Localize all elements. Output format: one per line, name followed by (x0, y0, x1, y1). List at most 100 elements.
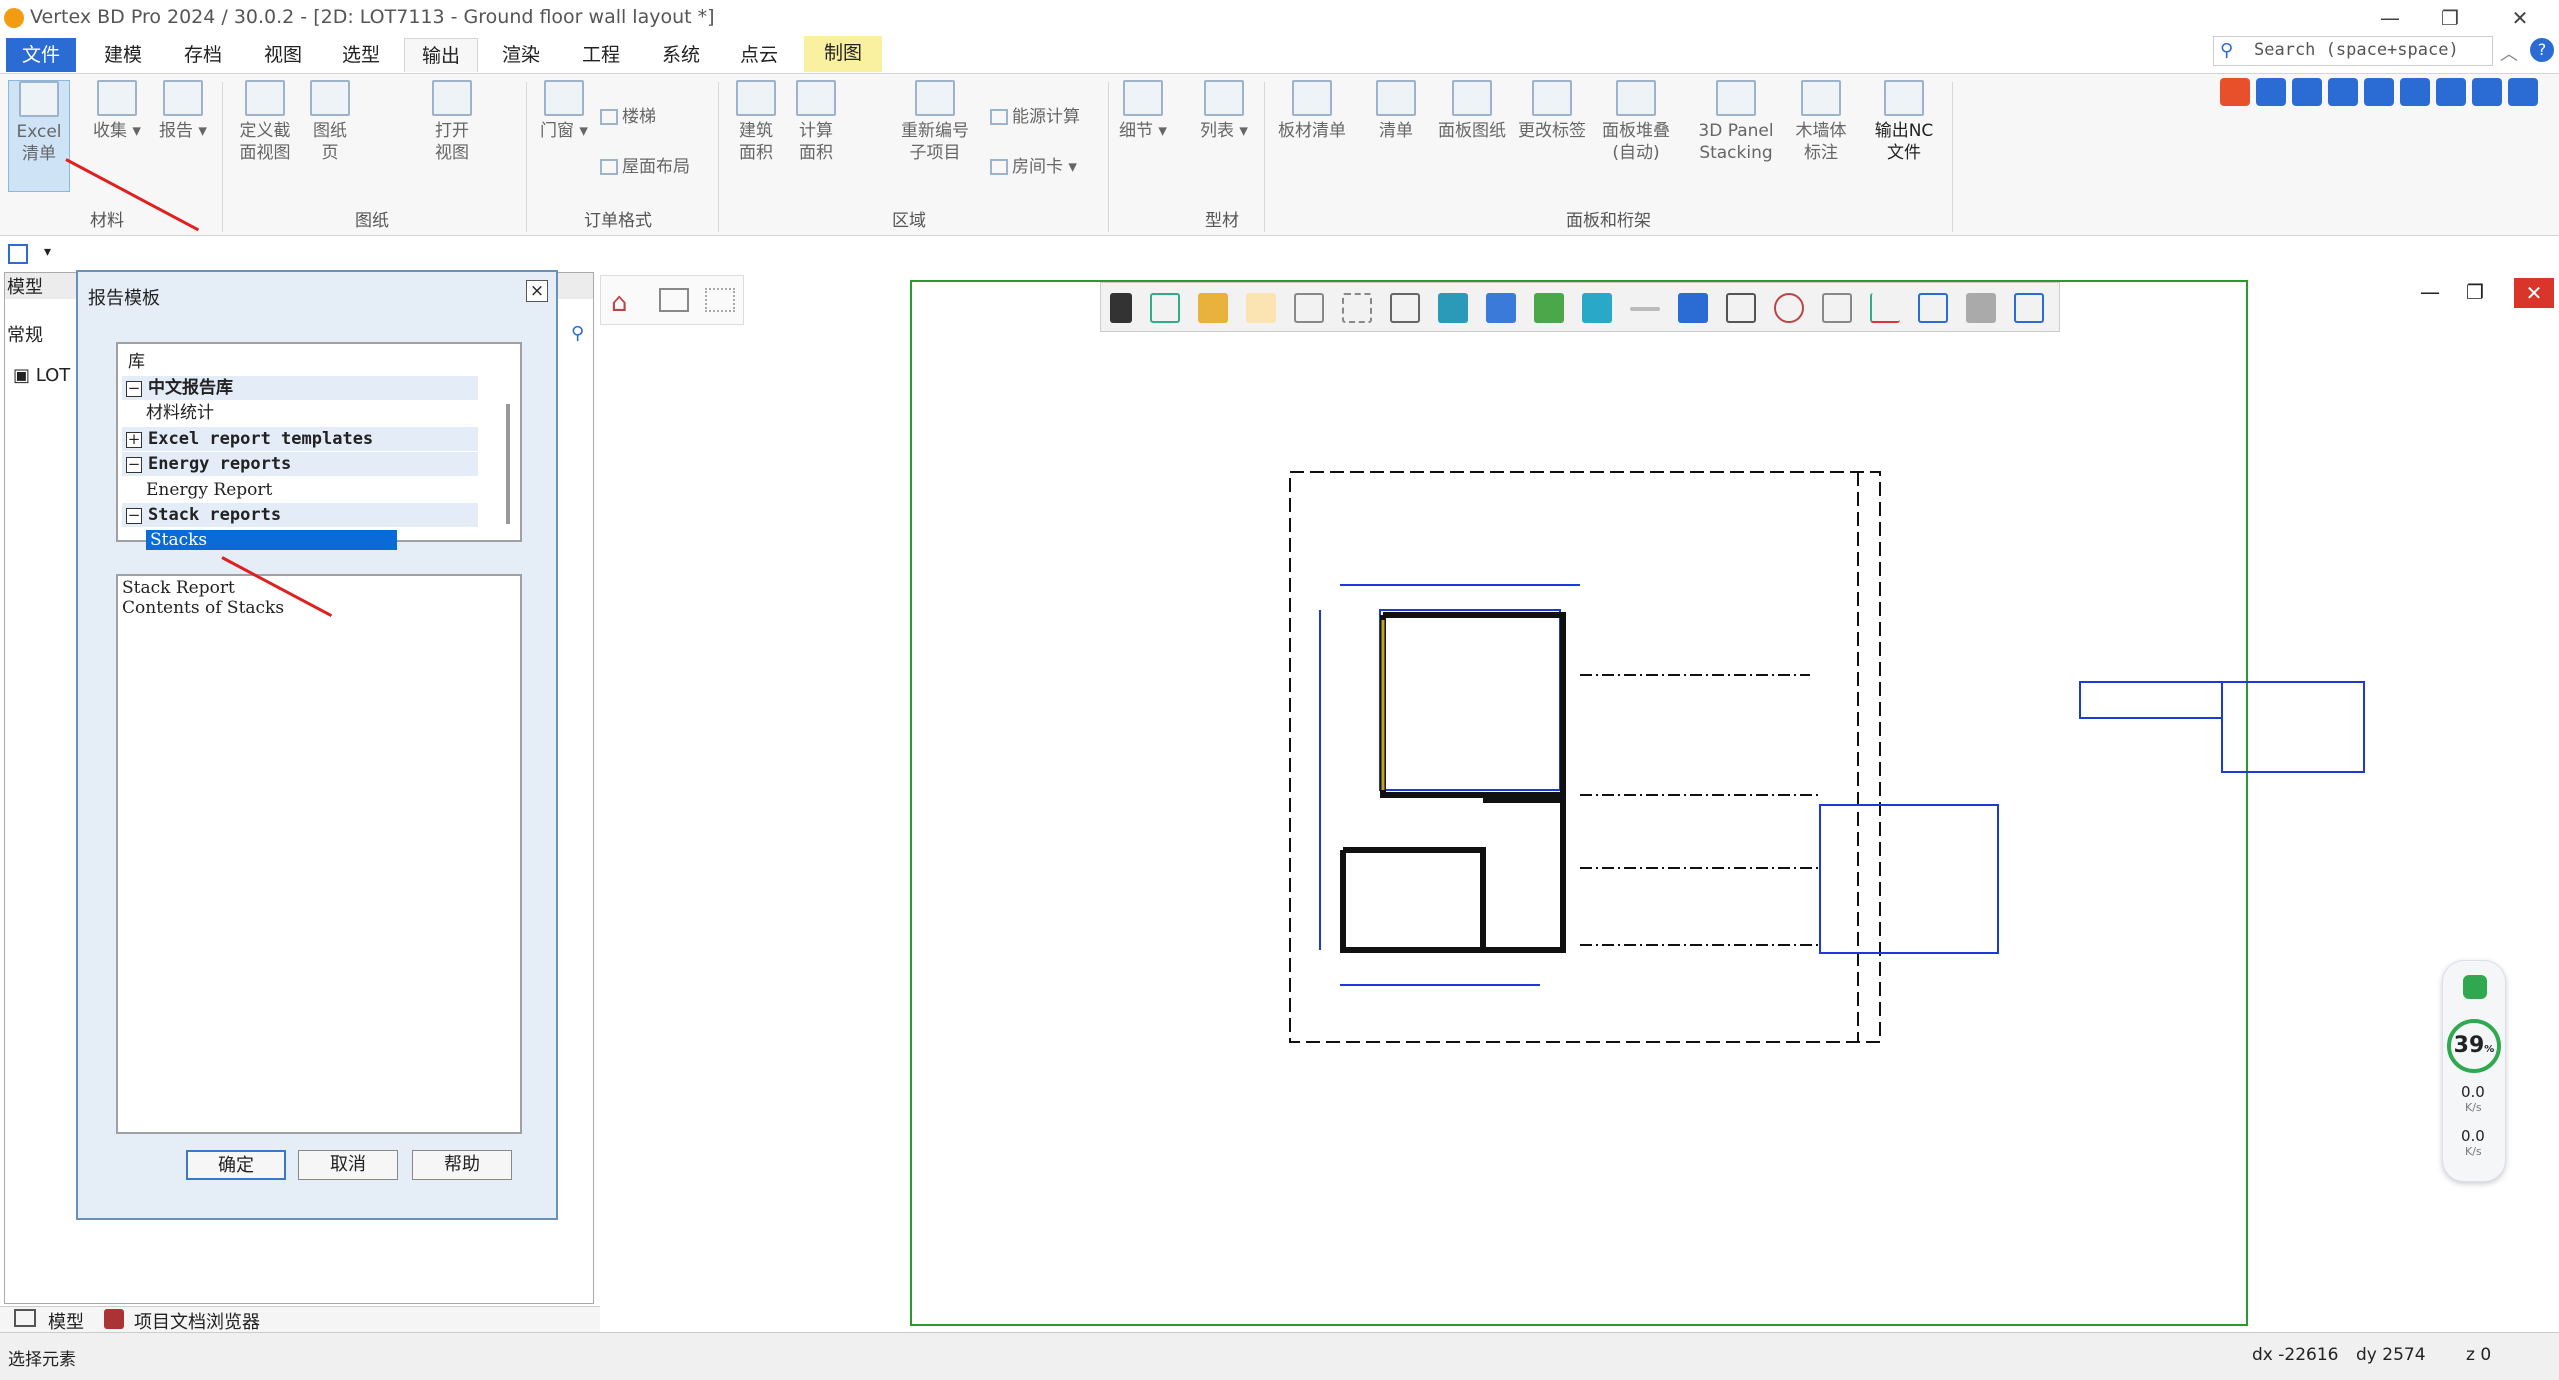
roof-icon (600, 159, 618, 175)
panel-list-button[interactable]: 板材清单 (1272, 80, 1352, 142)
polygon-icon[interactable] (1294, 293, 1324, 323)
tree-item-energy-reports[interactable]: − Energy reports (122, 452, 478, 476)
maximize-icon[interactable]: ❐ (2420, 2, 2480, 34)
tab-project-browser[interactable]: 项目文档浏览器 (134, 1308, 260, 1334)
expand-icon[interactable]: + (126, 431, 142, 448)
collapse-ribbon-icon[interactable]: ︿ (2500, 40, 2518, 66)
tab-system[interactable]: 系统 (646, 38, 716, 72)
zoom-in-icon[interactable] (1774, 293, 1804, 323)
status-z: z 0 (2466, 1345, 2492, 1365)
tab-project[interactable]: 工程 (566, 38, 636, 72)
layer-icon[interactable] (1438, 293, 1468, 323)
tree-item-material-stats[interactable]: 材料统计 (146, 401, 502, 425)
tree-item-stacks[interactable]: Stacks (146, 528, 502, 552)
measure-icon[interactable] (1198, 293, 1228, 323)
tab-file[interactable]: 文件 (6, 38, 76, 72)
plot-boundary (1289, 471, 1881, 1043)
collapse-icon[interactable]: − (126, 507, 142, 524)
define-section-view-button[interactable]: 定义截 面视图 (230, 80, 300, 164)
sheet-page-button[interactable]: 图纸 页 (302, 80, 358, 164)
doc-close-icon[interactable]: ✕ (2514, 278, 2554, 308)
plus-icon[interactable] (1966, 293, 1996, 323)
undo-icon[interactable] (1678, 293, 1708, 323)
close-icon[interactable]: ✕ (2490, 2, 2550, 34)
export-nc-button[interactable]: 输出NC 文件 (1864, 80, 1944, 164)
roof-layout-button[interactable]: 屋面布局 (600, 152, 690, 177)
filter-select[interactable]: 常规 (7, 321, 43, 347)
zoom-extents-icon[interactable] (1726, 293, 1756, 323)
ok-button[interactable]: 确定 (186, 1150, 286, 1180)
minimize-icon[interactable]: — (2360, 2, 2420, 34)
tile-icon[interactable] (705, 288, 735, 312)
section-icon[interactable] (1918, 293, 1948, 323)
door-window-button[interactable]: 门窗 ▾ (534, 80, 594, 142)
tab-selection[interactable]: 选型 (326, 38, 396, 72)
search-icon[interactable]: ⚲ (571, 323, 584, 344)
panel-stack-auto-button[interactable]: 面板堆叠 (自动) (1594, 80, 1678, 164)
rotate-icon[interactable] (1150, 293, 1180, 323)
quick-access-toolbar: ▾ (0, 238, 2559, 272)
ime-toolbar[interactable] (2220, 78, 2559, 114)
list-button[interactable]: 清单 (1370, 80, 1422, 142)
help-button[interactable]: 帮助 (412, 1150, 512, 1180)
pointer-icon[interactable] (1246, 293, 1276, 323)
window-icon[interactable] (659, 288, 689, 312)
layer-green-icon[interactable] (1534, 293, 1564, 323)
tab-pointcloud[interactable]: 点云 (724, 38, 794, 72)
dialog-close-icon[interactable]: × (526, 280, 548, 302)
collapse-icon[interactable]: − (126, 380, 142, 397)
energy-calc-button[interactable]: 能源计算 (990, 102, 1080, 127)
layer-blue-icon[interactable] (1486, 293, 1516, 323)
tab-render[interactable]: 渲染 (486, 38, 556, 72)
search-icon: ⚲ (2220, 40, 2234, 61)
help-icon[interactable]: ? (2530, 38, 2554, 62)
doc-minimize-icon[interactable]: — (2420, 280, 2440, 304)
polygon-dashed-icon[interactable] (1342, 293, 1372, 323)
layer-cyan-icon[interactable] (1582, 293, 1612, 323)
profile-list-button[interactable]: 列表 ▾ (1194, 80, 1254, 142)
tab-model[interactable]: 模型 (48, 1308, 84, 1334)
panel-drawing-button[interactable]: 面板图纸 (1432, 80, 1512, 142)
room-card-button[interactable]: 房间卡 ▾ (990, 152, 1077, 177)
report-button[interactable]: 报告 ▾ (150, 80, 216, 142)
page-icon[interactable] (1822, 293, 1852, 323)
filter-icon[interactable] (1390, 293, 1420, 323)
timber-wall-dim-button[interactable]: 木墙体 标注 (1788, 80, 1854, 164)
tab-output[interactable]: 输出 (404, 38, 478, 72)
window-title: Vertex BD Pro 2024 / 30.0.2 - [2D: LOT71… (30, 6, 715, 28)
open-view-button[interactable]: 打开 视图 (420, 80, 484, 164)
tab-drafting[interactable]: 制图 (804, 36, 882, 72)
renumber-subitem-button[interactable]: 重新编号 子项目 (890, 80, 980, 164)
export-view-icon[interactable] (2014, 293, 2044, 323)
customize-dropdown-icon[interactable]: ▾ (44, 244, 51, 260)
doc-restore-icon[interactable]: ❐ (2466, 280, 2484, 304)
tree-item-chinese-library[interactable]: − 中文报告库 (122, 376, 478, 400)
axis-icon[interactable] (1870, 293, 1900, 323)
detail-button[interactable]: 细节 ▾ (1114, 80, 1172, 142)
line-icon[interactable] (1630, 307, 1660, 311)
search-input[interactable]: Search (space+space) (2213, 36, 2493, 66)
stairs-button[interactable]: 楼梯 (600, 102, 656, 127)
collect-button[interactable]: 收集 ▾ (84, 80, 150, 142)
tab-archive[interactable]: 存档 (168, 38, 238, 72)
home-icon[interactable]: ⌂ (611, 288, 628, 318)
tree-scrollbar[interactable] (506, 404, 510, 524)
tree-root-item[interactable]: ▣ LOT (13, 365, 70, 386)
pin-icon[interactable] (1110, 293, 1132, 323)
building-area-button[interactable]: 建筑 面积 (726, 80, 786, 164)
tree-item-stack-reports[interactable]: − Stack reports (122, 503, 478, 527)
tree-item-excel-templates[interactable]: + Excel report templates (122, 427, 478, 451)
tab-view[interactable]: 视图 (248, 38, 318, 72)
change-label-button[interactable]: 更改标签 (1512, 80, 1592, 142)
tab-modeling[interactable]: 建模 (88, 38, 158, 72)
calc-area-button[interactable]: 计算 面积 (786, 80, 846, 164)
cancel-button[interactable]: 取消 (298, 1150, 398, 1180)
tree-item-library[interactable]: 库 (122, 350, 478, 374)
excel-list-button[interactable]: Excel 清单 (8, 80, 70, 192)
3d-panel-stacking-button[interactable]: 3D Panel Stacking (1686, 80, 1786, 164)
collapse-icon[interactable]: − (126, 456, 142, 473)
wall-outline-lower (1340, 847, 1486, 953)
tree-item-energy-report[interactable]: Energy Report (146, 478, 502, 502)
save-icon[interactable] (8, 244, 28, 264)
network-monitor-widget[interactable]: 39% 0.0 K/s 0.0 K/s (2442, 960, 2506, 1182)
